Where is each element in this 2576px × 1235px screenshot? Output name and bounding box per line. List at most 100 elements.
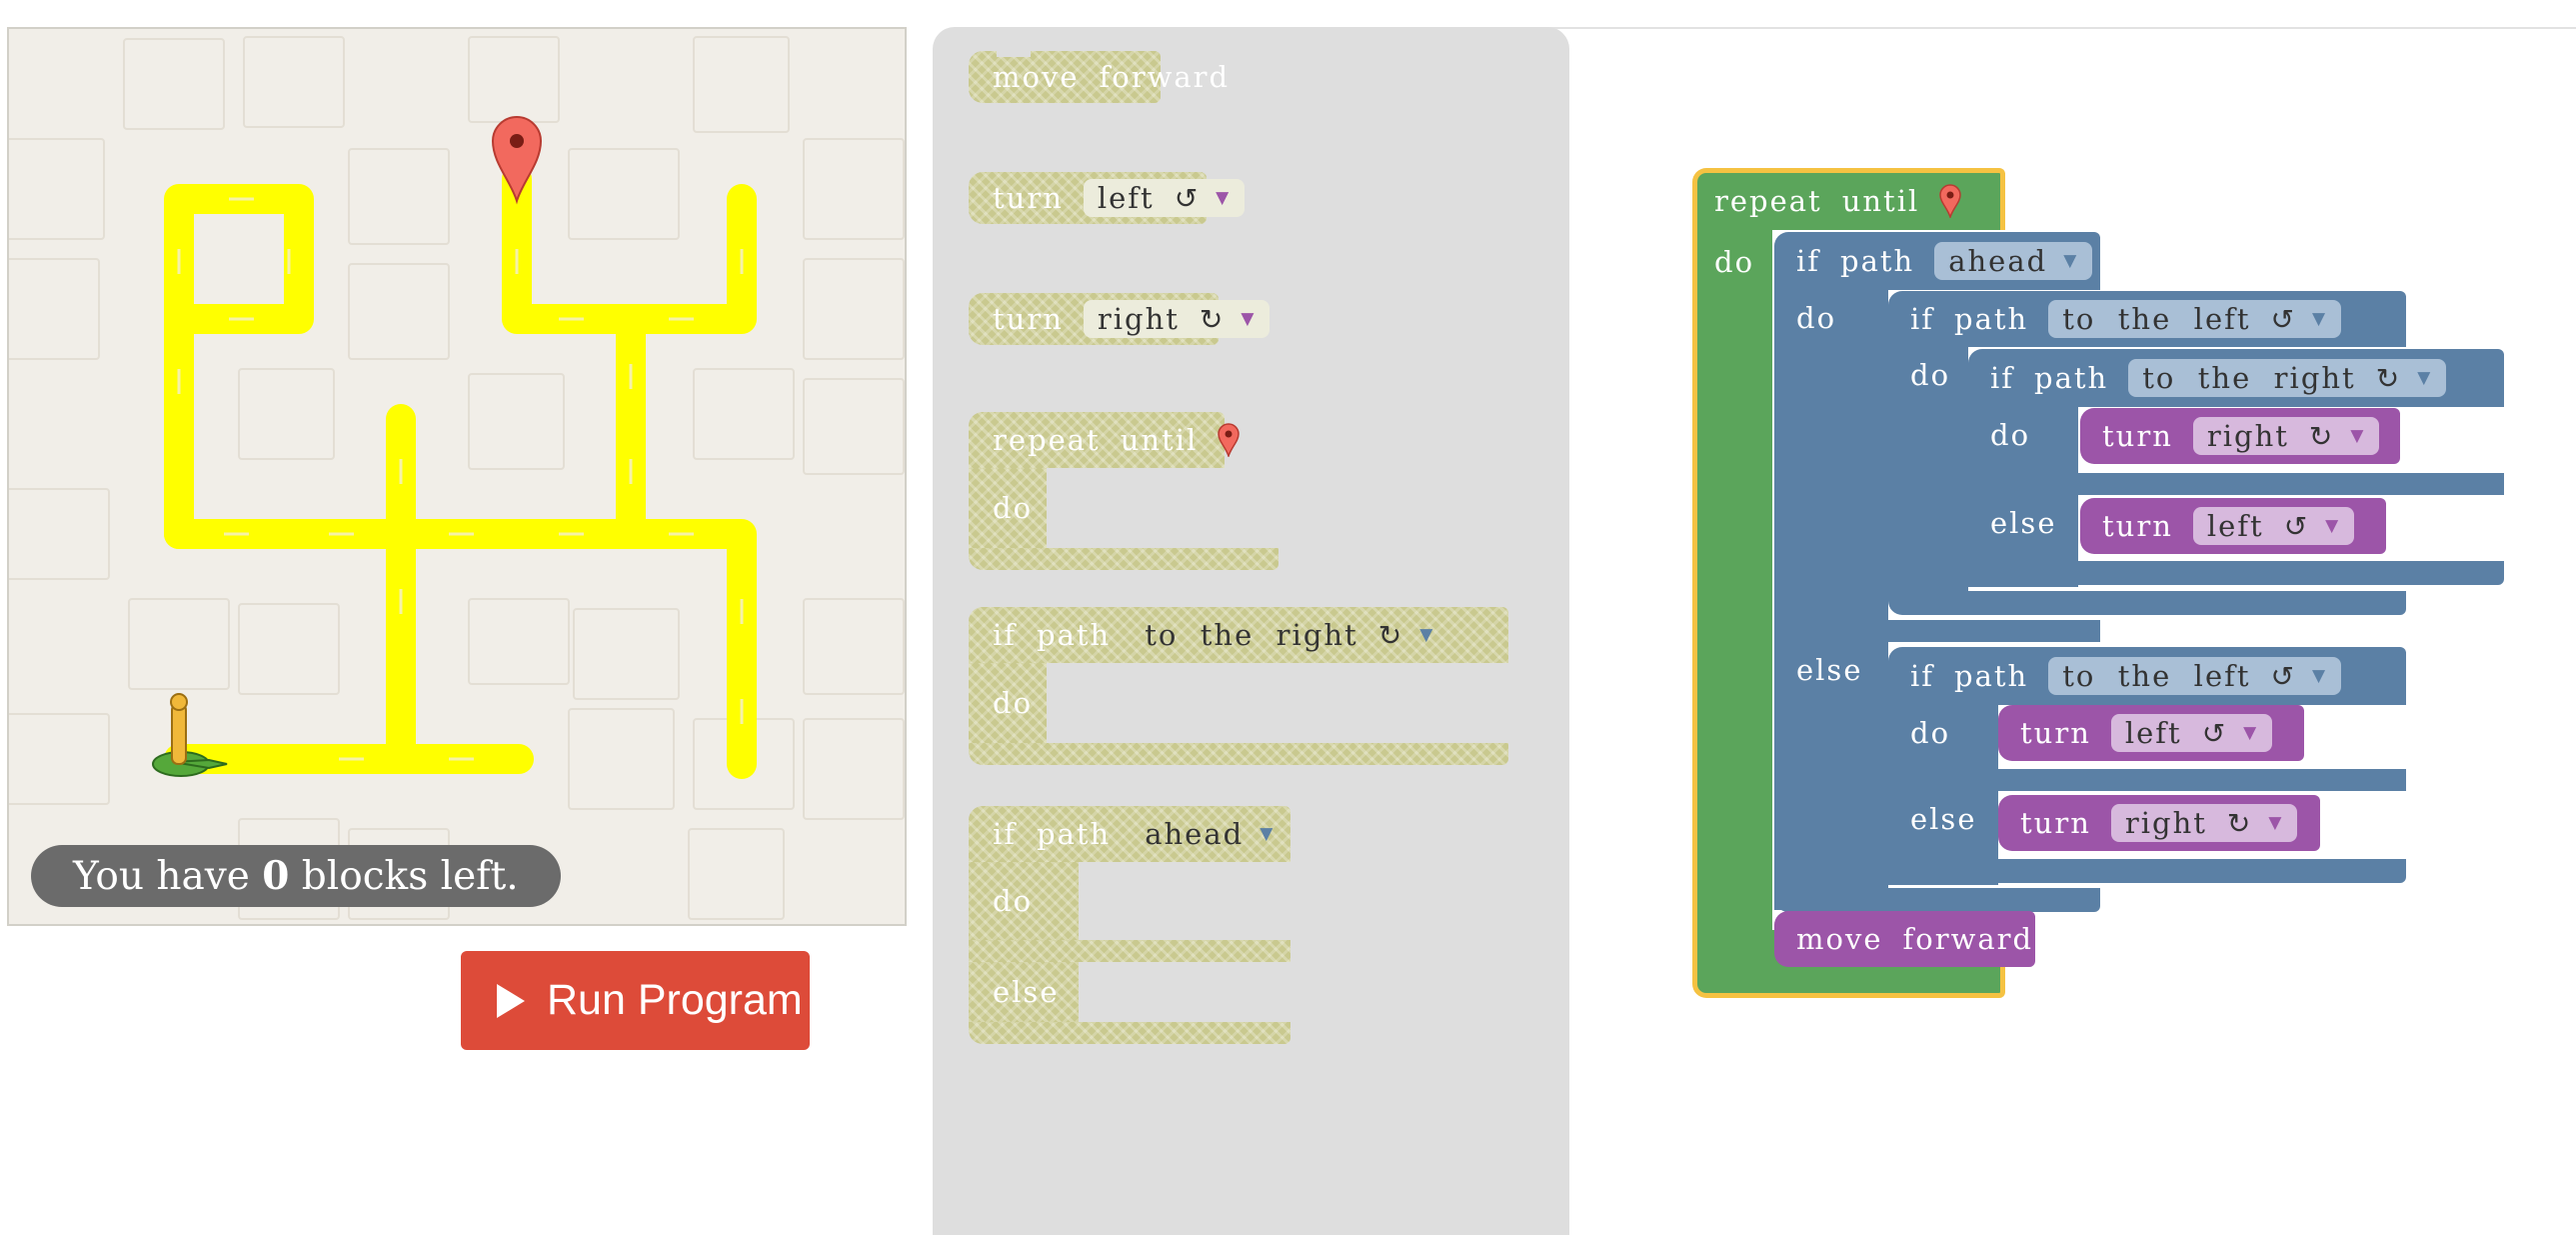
block-toolbox[interactable]: move forward turn left ↺ ▼ turn right ↻ … [933, 27, 1569, 1235]
path-direction-dropdown[interactable]: ahead ▼ [1934, 242, 2093, 280]
dropdown-arrow-icon: ▼ [2325, 516, 2341, 536]
rotate-left-icon: ↺ [1174, 181, 1201, 215]
block-word: else [1910, 802, 1977, 836]
dropdown-value: left [2124, 716, 2182, 750]
turn-right-block-2[interactable]: turn right ↻ ▼ [1998, 795, 2320, 851]
blocks-left-status: You have 0 blocks left. [31, 845, 561, 907]
path-direction-dropdown[interactable]: to the left ↺ ▼ [2048, 657, 2342, 695]
block-word: repeat [993, 423, 1101, 457]
dropdown-value: left [1097, 181, 1155, 215]
block-word: turn [2020, 716, 2091, 750]
toolbox-if-path-ahead-block[interactable]: if path ahead ▼ do else [969, 806, 1290, 1046]
path-direction-dropdown[interactable]: to the right ↻ ▼ [1131, 616, 1448, 654]
run-program-button[interactable]: Run Program [461, 951, 810, 1050]
toolbox-turn-left-block[interactable]: turn left ↺ ▼ [969, 172, 1246, 224]
path-direction-dropdown[interactable]: ahead ▼ [1131, 815, 1288, 853]
block-word: path [1037, 817, 1112, 851]
block-word: if [1910, 659, 1935, 693]
direction-dropdown[interactable]: right ↻ ▼ [2192, 417, 2380, 455]
status-suffix: blocks left. [301, 854, 519, 899]
block-word: turn [2102, 419, 2173, 453]
block-word: if [1990, 361, 2015, 395]
dropdown-arrow-icon: ▼ [2311, 309, 2328, 329]
path-direction-dropdown[interactable]: to the right ↻ ▼ [2128, 359, 2447, 397]
dropdown-value: right [2124, 806, 2207, 840]
block-word: move [993, 60, 1080, 94]
dropdown-arrow-icon: ▼ [2268, 813, 2284, 833]
block-word: do [993, 686, 1034, 720]
rotate-left-icon: ↺ [2270, 302, 2296, 336]
rotate-right-icon: ↻ [2375, 361, 2402, 395]
turn-left-block-2[interactable]: turn left ↺ ▼ [1998, 705, 2304, 761]
dropdown-value: right [2206, 419, 2289, 453]
rotate-left-icon: ↺ [2270, 659, 2296, 693]
run-program-label: Run Program [547, 976, 803, 1024]
block-word: move [1796, 922, 1883, 956]
if-path-left-else-block[interactable]: if path to the left ↺ ▼ do else [1888, 647, 2408, 887]
goal-marker-icon [491, 116, 543, 205]
direction-dropdown[interactable]: left ↺ ▼ [1083, 179, 1246, 217]
dropdown-arrow-icon: ▼ [1419, 625, 1435, 645]
dropdown-value: ahead [1145, 817, 1245, 851]
block-word: forward [1902, 922, 2034, 956]
block-word: if [1796, 244, 1821, 278]
play-icon [497, 983, 525, 1018]
dropdown-value: left [2206, 509, 2264, 543]
direction-dropdown[interactable]: left ↺ ▼ [2192, 507, 2355, 545]
toolbox-repeat-until-block[interactable]: repeat until do [969, 412, 1279, 577]
status-prefix: You have [73, 854, 250, 899]
turn-left-block[interactable]: turn left ↺ ▼ [2080, 498, 2386, 554]
rotate-left-icon: ↺ [2201, 716, 2228, 750]
block-word: until [1120, 423, 1199, 457]
blocks-left-count: 0 [262, 853, 290, 899]
rotate-right-icon: ↻ [1377, 618, 1404, 652]
toolbox-move-forward-block[interactable]: move forward [969, 51, 1228, 103]
move-forward-block[interactable]: move forward [1774, 911, 2035, 967]
block-word: repeat [1714, 184, 1822, 218]
dropdown-arrow-icon: ▼ [2243, 723, 2259, 743]
dropdown-arrow-icon: ▼ [1241, 309, 1257, 329]
direction-dropdown[interactable]: right ↻ ▼ [1083, 300, 1271, 338]
block-word: path [1037, 618, 1112, 652]
block-word: do [1714, 245, 1755, 279]
block-word: do [993, 491, 1034, 525]
block-word: do [1910, 358, 1951, 392]
maze-board: You have 0 blocks left. [7, 27, 907, 926]
block-word: turn [2020, 806, 2091, 840]
maze-path [164, 164, 757, 779]
toolbox-turn-right-block[interactable]: turn right ↻ ▼ [969, 293, 1271, 345]
dropdown-arrow-icon: ▼ [1216, 188, 1232, 208]
block-word: path [1954, 302, 2029, 336]
path-direction-dropdown[interactable]: to the left ↺ ▼ [2048, 300, 2342, 338]
block-word: path [2034, 361, 2109, 395]
rotate-right-icon: ↻ [2308, 419, 2335, 453]
toolbox-if-path-right-block[interactable]: if path to the right ↻ ▼ do [969, 607, 1508, 772]
block-word: turn [993, 181, 1064, 215]
block-word: do [1910, 716, 1951, 750]
block-word: if [993, 618, 1018, 652]
block-word: else [993, 975, 1060, 1009]
block-word: if [1910, 302, 1935, 336]
dropdown-value: ahead [1948, 244, 2048, 278]
block-word: until [1841, 184, 1920, 218]
dropdown-arrow-icon: ▼ [2350, 426, 2366, 446]
direction-dropdown[interactable]: left ↺ ▼ [2110, 714, 2273, 752]
goal-marker-icon [1939, 184, 1962, 218]
block-word: turn [2102, 509, 2173, 543]
block-word: turn [993, 302, 1064, 336]
rotate-right-icon: ↻ [2226, 806, 2253, 840]
turn-right-block[interactable]: turn right ↻ ▼ [2080, 408, 2400, 464]
dropdown-arrow-icon: ▼ [2063, 251, 2079, 271]
dropdown-arrow-icon: ▼ [1260, 824, 1276, 844]
maze-map [9, 36, 905, 920]
direction-dropdown[interactable]: right ↻ ▼ [2110, 804, 2298, 842]
goal-marker-icon [1218, 423, 1241, 457]
block-word: else [1796, 653, 1863, 687]
dropdown-value: to the right [1145, 618, 1358, 652]
rotate-right-icon: ↻ [1199, 302, 1226, 336]
dropdown-value: to the left [2062, 659, 2251, 693]
dropdown-arrow-icon: ▼ [2417, 368, 2433, 388]
dropdown-value: to the left [2062, 302, 2251, 336]
block-word: path [1954, 659, 2029, 693]
block-word: do [1990, 418, 2031, 452]
